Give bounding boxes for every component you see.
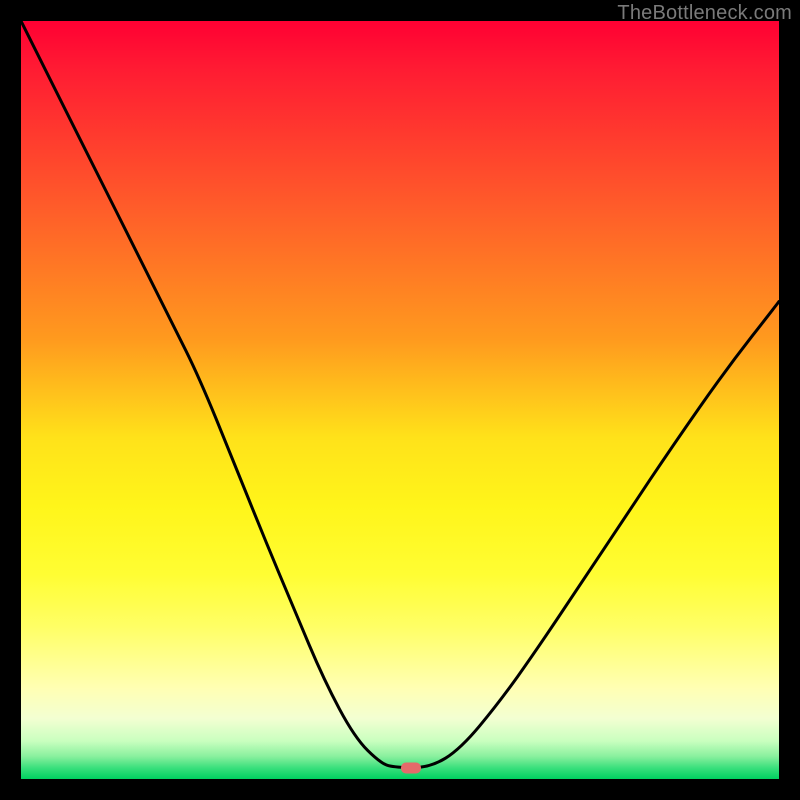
curve-layer bbox=[21, 21, 779, 779]
bottleneck-curve bbox=[21, 21, 779, 768]
plot-area bbox=[21, 21, 779, 779]
bottleneck-marker bbox=[401, 762, 421, 773]
chart-stage: TheBottleneck.com bbox=[0, 0, 800, 800]
watermark-text: TheBottleneck.com bbox=[617, 2, 792, 25]
